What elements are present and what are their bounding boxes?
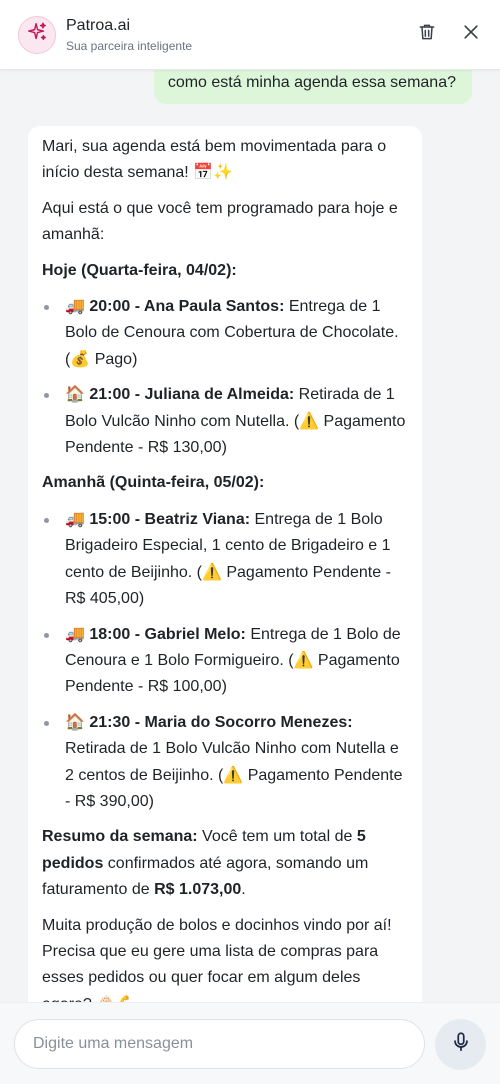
tomorrow-list: 🚚 15:00 - Beatriz Viana: Entrega de 1 Bo… — [42, 507, 408, 815]
trash-icon — [417, 22, 437, 47]
chat-thread[interactable]: como está minha agenda essa semana? Mari… — [0, 70, 500, 1002]
microphone-icon — [450, 1031, 472, 1058]
list-item: 🚚 15:00 - Beatriz Viana: Entrega de 1 Bo… — [42, 507, 408, 613]
app-title: Patroa.ai — [66, 16, 131, 34]
ai-intro: Mari, sua agenda está bem movimentada pa… — [42, 138, 387, 182]
header-actions — [416, 24, 482, 46]
today-heading: Hoje (Quarta-feira, 04/02): — [42, 261, 237, 279]
list-item: 🚚 18:00 - Gabriel Melo: Entrega de 1 Bol… — [42, 622, 408, 701]
user-message: como está minha agenda essa semana? — [153, 70, 472, 104]
app-header: Patroa.ai Sua parceira inteligente — [0, 0, 500, 70]
list-item: 🏠 21:30 - Maria do Socorro Menezes: Reti… — [42, 710, 408, 816]
composer — [0, 1002, 500, 1084]
assistant-avatar — [18, 15, 56, 54]
sparkles-icon — [26, 21, 48, 48]
list-item: 🚚 20:00 - Ana Paula Santos: Entrega de 1… — [42, 294, 408, 373]
ai-closing: Muita produção de bolos e docinhos vindo… — [42, 916, 392, 1002]
delete-chat-button[interactable] — [416, 24, 438, 46]
summary-paragraph: Resumo da semana: Você tem um total de 5… — [42, 828, 369, 899]
message-input-wrapper[interactable] — [14, 1019, 425, 1069]
app-subtitle: Sua parceira inteligente — [66, 38, 193, 53]
brand-block: Patroa.ai Sua parceira inteligente — [66, 16, 192, 54]
close-icon — [461, 22, 481, 47]
tomorrow-heading: Amanhã (Quinta-feira, 05/02): — [42, 474, 265, 492]
message-input[interactable] — [33, 1035, 406, 1053]
list-item: 🏠 21:00 - Juliana de Almeida: Retirada d… — [42, 382, 408, 461]
ai-lead: Aqui está o que você tem programado para… — [42, 199, 398, 244]
today-list: 🚚 20:00 - Ana Paula Santos: Entrega de 1… — [42, 294, 408, 461]
assistant-message: Mari, sua agenda está bem movimentada pa… — [28, 126, 422, 1002]
voice-input-button[interactable] — [435, 1019, 486, 1070]
close-button[interactable] — [460, 24, 482, 46]
